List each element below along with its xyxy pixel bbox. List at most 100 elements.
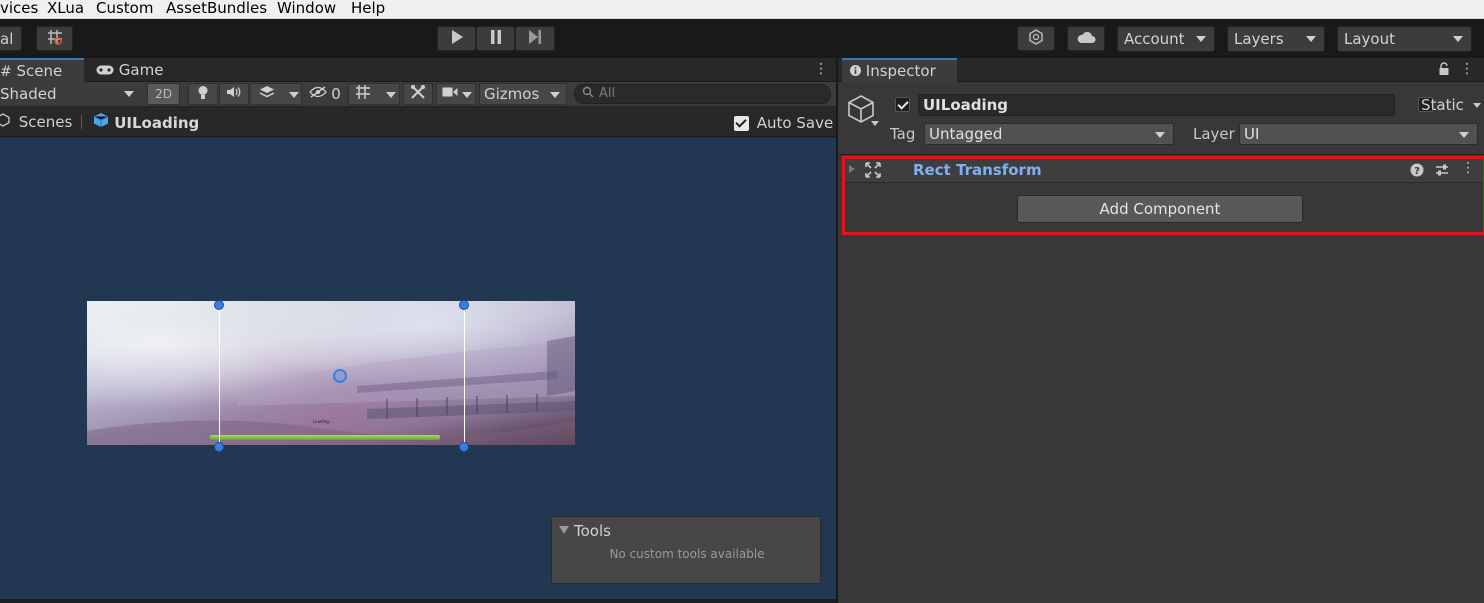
info-icon bbox=[850, 62, 861, 80]
menu-item-help[interactable]: Help bbox=[351, 0, 385, 18]
search-placeholder: All bbox=[599, 86, 616, 101]
shading-mode-label: Shaded bbox=[0, 85, 57, 103]
active-checkbox[interactable] bbox=[895, 97, 910, 112]
chevron-down-icon bbox=[1306, 36, 1316, 42]
lock-icon[interactable] bbox=[1438, 62, 1450, 76]
pause-button[interactable] bbox=[476, 26, 515, 51]
step-button[interactable] bbox=[515, 26, 555, 51]
rect-handle-top-left[interactable] bbox=[214, 300, 224, 310]
tab-scene-label: Scene bbox=[16, 62, 63, 80]
tools-toggle[interactable] bbox=[403, 83, 433, 105]
chevron-down-icon bbox=[1155, 132, 1165, 138]
snap-grid-icon bbox=[46, 28, 64, 50]
tag-dropdown[interactable]: Untagged bbox=[924, 123, 1174, 145]
menu-bar: vices XLua Custom AssetBundles Window He… bbox=[0, 0, 1484, 19]
add-component-label: Add Component bbox=[1099, 200, 1221, 218]
speaker-icon bbox=[226, 86, 242, 102]
cloud-icon bbox=[1076, 30, 1096, 48]
scene-view-toolbar: Shaded 2D 0 Gizmos All bbox=[0, 82, 836, 107]
panel-menu-icon[interactable]: ⋮ bbox=[814, 61, 828, 79]
tab-game[interactable]: Game bbox=[88, 58, 171, 82]
scene-search-input[interactable]: All bbox=[574, 84, 831, 104]
layout-dropdown[interactable]: Layout bbox=[1337, 26, 1472, 52]
unity-logo-icon bbox=[0, 113, 10, 131]
rect-edge-left bbox=[219, 305, 220, 448]
tools-overlay-message: No custom tools available bbox=[609, 547, 765, 561]
chevron-down-icon[interactable] bbox=[871, 121, 879, 126]
pivot-mode-dropdown[interactable]: al bbox=[0, 26, 22, 51]
scene-visibility-toggle[interactable]: 0 bbox=[305, 83, 345, 105]
breadcrumb-prefab-label: UILoading bbox=[114, 114, 200, 132]
tab-scene[interactable]: # Scene bbox=[0, 58, 84, 82]
preset-icon[interactable] bbox=[1435, 163, 1449, 181]
eye-slash-icon bbox=[309, 86, 328, 102]
breadcrumb-prefab[interactable]: UILoading bbox=[93, 112, 199, 132]
static-label: Static bbox=[1421, 96, 1464, 114]
collapse-triangle-icon[interactable] bbox=[559, 526, 569, 534]
breadcrumb-scenes[interactable]: Scenes bbox=[0, 112, 72, 132]
prefab-cube-icon bbox=[93, 113, 109, 132]
rect-handle-top-right[interactable] bbox=[459, 300, 469, 310]
gizmos-label: Gizmos bbox=[484, 85, 540, 103]
prefab-breadcrumb: Scenes UILoading Auto Save bbox=[0, 107, 836, 137]
chevron-down-icon bbox=[1453, 36, 1463, 42]
scene-panel: # Scene Game ⋮ Shaded 2D 0 Gizmos All Sc… bbox=[0, 58, 836, 603]
tab-inspector[interactable]: Inspector bbox=[842, 58, 957, 82]
toggle-2d-label: 2D bbox=[155, 87, 172, 101]
account-dropdown[interactable]: Account bbox=[1117, 26, 1215, 52]
tag-value: Untagged bbox=[929, 125, 1003, 143]
play-button[interactable] bbox=[437, 26, 476, 51]
menu-item-custom[interactable]: Custom bbox=[96, 0, 153, 18]
chevron-down-icon bbox=[550, 92, 560, 98]
loading-background-image: Loading... bbox=[87, 301, 575, 445]
account-label: Account bbox=[1124, 30, 1185, 48]
static-dropdown[interactable]: Static bbox=[1421, 94, 1481, 116]
menu-item-window[interactable]: Window bbox=[277, 0, 336, 18]
layer-value: UI bbox=[1244, 125, 1260, 143]
object-name-value: UILoading bbox=[923, 96, 1009, 114]
shading-mode-dropdown[interactable]: Shaded bbox=[0, 83, 140, 105]
auto-save-checkbox[interactable] bbox=[734, 116, 749, 131]
breadcrumb-separator bbox=[81, 115, 82, 129]
audio-toggle[interactable] bbox=[219, 83, 249, 105]
effects-dropdown[interactable] bbox=[250, 83, 302, 105]
help-icon[interactable]: ? bbox=[1410, 163, 1424, 181]
chevron-down-icon bbox=[1459, 132, 1469, 138]
rect-edge-right bbox=[464, 305, 465, 448]
header-divider bbox=[838, 154, 1484, 155]
rect-handle-bottom-right[interactable] bbox=[459, 442, 469, 452]
grid-dropdown[interactable] bbox=[348, 83, 400, 105]
auto-save-label: Auto Save bbox=[756, 114, 834, 132]
object-name-field[interactable]: UILoading bbox=[918, 94, 1395, 116]
menu-item-xlua[interactable]: XLua bbox=[47, 0, 84, 18]
menu-item-services[interactable]: vices bbox=[0, 0, 38, 18]
gameobject-cube-icon[interactable] bbox=[846, 94, 876, 124]
scene-tab-bar: # Scene Game ⋮ bbox=[0, 58, 836, 82]
inspector-menu-icon[interactable]: ⋮ bbox=[1460, 61, 1474, 79]
foldout-arrow-icon[interactable] bbox=[849, 165, 855, 173]
pivot-handle[interactable] bbox=[333, 369, 347, 383]
chevron-down-icon bbox=[124, 91, 134, 97]
component-menu-icon[interactable]: ⋮ bbox=[1461, 160, 1475, 178]
loading-progress-bar bbox=[210, 435, 440, 440]
menu-item-assetbundles[interactable]: AssetBundles bbox=[166, 0, 267, 18]
snap-settings-button[interactable] bbox=[36, 26, 73, 51]
rect-transform-header[interactable]: Rect Transform ? ⋮ bbox=[843, 157, 1484, 183]
scene-viewport[interactable]: Loading... Tools No custom tools availab… bbox=[0, 138, 836, 599]
layers-dropdown[interactable]: Layers bbox=[1227, 26, 1325, 52]
pause-icon bbox=[490, 29, 502, 48]
tag-label: Tag bbox=[890, 125, 916, 143]
cloud-button[interactable] bbox=[1067, 26, 1105, 51]
layer-dropdown[interactable]: UI bbox=[1239, 123, 1478, 145]
hidden-count: 0 bbox=[331, 85, 341, 103]
tab-game-label: Game bbox=[118, 61, 164, 79]
camera-dropdown[interactable] bbox=[436, 83, 476, 105]
auto-save-toggle[interactable]: Auto Save bbox=[734, 114, 833, 132]
gizmos-dropdown[interactable]: Gizmos bbox=[479, 83, 567, 105]
collab-button[interactable] bbox=[1017, 26, 1055, 51]
add-component-button[interactable]: Add Component bbox=[1017, 195, 1303, 223]
gamepad-icon bbox=[96, 61, 114, 79]
lighting-toggle[interactable] bbox=[188, 83, 218, 105]
toggle-2d-button[interactable]: 2D bbox=[147, 83, 180, 105]
rect-handle-bottom-left[interactable] bbox=[214, 442, 224, 452]
